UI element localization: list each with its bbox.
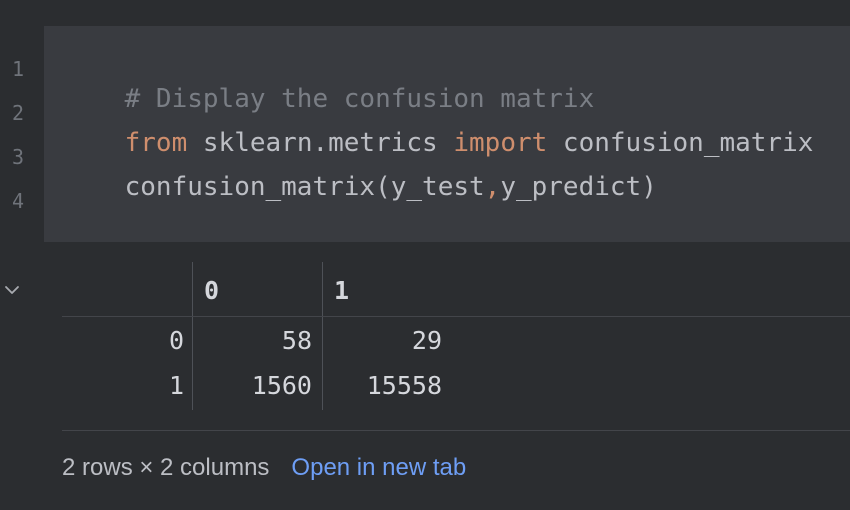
line-number: 1 bbox=[11, 57, 24, 81]
chevron-down-icon[interactable] bbox=[2, 280, 22, 300]
table-divider bbox=[322, 262, 323, 410]
code-comma: , bbox=[484, 172, 501, 202]
header-divider bbox=[62, 316, 850, 317]
output-footer: 2 rows × 2 columns Open in new tab bbox=[62, 454, 466, 482]
code-token: confusion_matrix(y_test bbox=[124, 172, 485, 202]
open-in-new-tab-link[interactable]: Open in new tab bbox=[291, 454, 466, 481]
line-number: 3 bbox=[11, 145, 24, 169]
table-dimensions: 2 rows × 2 columns bbox=[62, 454, 270, 481]
table-cell: 29 bbox=[411, 326, 442, 355]
table-cell: 1560 bbox=[251, 371, 312, 400]
code-cell[interactable]: # Display the confusion matrix from skle… bbox=[44, 26, 850, 242]
code-line-3[interactable]: confusion_matrix(y_test,y_predict) bbox=[62, 142, 657, 232]
table-divider bbox=[192, 262, 193, 410]
column-header[interactable]: 0 bbox=[204, 276, 219, 305]
column-header[interactable]: 1 bbox=[334, 276, 349, 305]
table-bottom-divider bbox=[62, 430, 850, 431]
table-cell: 58 bbox=[281, 326, 312, 355]
line-number: 2 bbox=[11, 101, 24, 125]
row-index: 0 bbox=[168, 326, 184, 355]
row-index: 1 bbox=[168, 371, 184, 400]
line-number: 4 bbox=[11, 189, 24, 213]
table-cell: 15558 bbox=[366, 371, 442, 400]
code-token: y_predict) bbox=[500, 172, 657, 202]
